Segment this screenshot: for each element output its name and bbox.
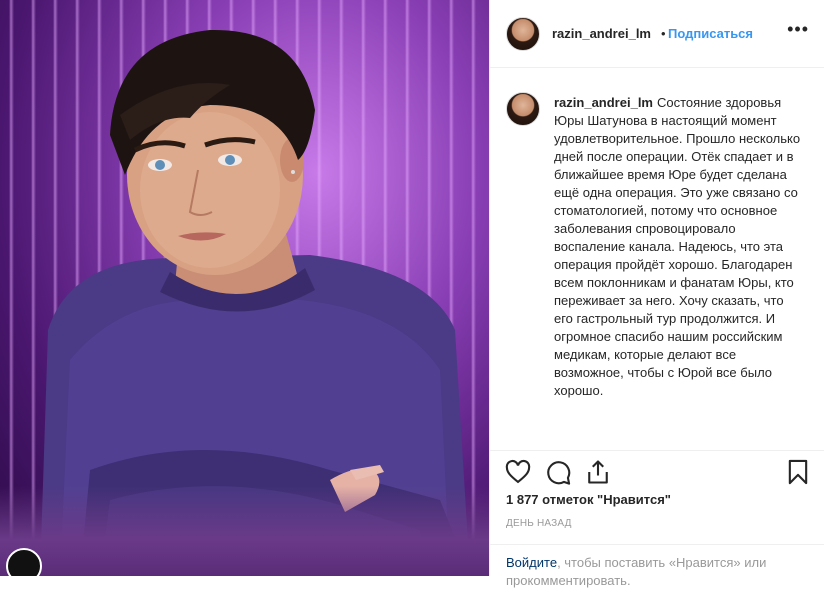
comment-icon[interactable] bbox=[544, 458, 572, 486]
more-icon[interactable]: ••• bbox=[787, 20, 809, 38]
photo-floor bbox=[0, 486, 489, 576]
post-caption: razin_andrei_lm Состояние здоровья Юры Ша… bbox=[554, 94, 804, 400]
caption-username[interactable]: razin_andrei_lm bbox=[554, 95, 653, 110]
separator-dot: • bbox=[661, 26, 666, 41]
author-avatar[interactable] bbox=[506, 17, 540, 51]
bookmark-icon[interactable] bbox=[784, 458, 812, 486]
login-hint: Войдите, чтобы поставить «Нравится» или … bbox=[490, 544, 824, 588]
login-link[interactable]: Войдите bbox=[506, 555, 557, 570]
caption-section: razin_andrei_lm Состояние здоровья Юры Ша… bbox=[490, 68, 824, 451]
caption-text: Состояние здоровья Юры Шатунова в настоя… bbox=[554, 95, 801, 398]
likes-count[interactable]: 1 877 отметок "Нравится" bbox=[506, 492, 671, 507]
post-time[interactable]: день назад bbox=[506, 518, 572, 529]
author-username[interactable]: razin_andrei_lm bbox=[552, 26, 651, 41]
caption-avatar[interactable] bbox=[506, 92, 540, 126]
share-icon[interactable] bbox=[584, 458, 612, 486]
heart-icon[interactable] bbox=[504, 458, 532, 486]
post-photo[interactable] bbox=[0, 0, 489, 576]
user-tag-icon[interactable] bbox=[6, 548, 42, 576]
post-header: razin_andrei_lm • Подписаться ••• bbox=[490, 0, 824, 68]
post-panel: razin_andrei_lm • Подписаться ••• razin_… bbox=[489, 0, 824, 588]
follow-button[interactable]: Подписаться bbox=[668, 26, 753, 41]
action-bar bbox=[490, 452, 824, 492]
